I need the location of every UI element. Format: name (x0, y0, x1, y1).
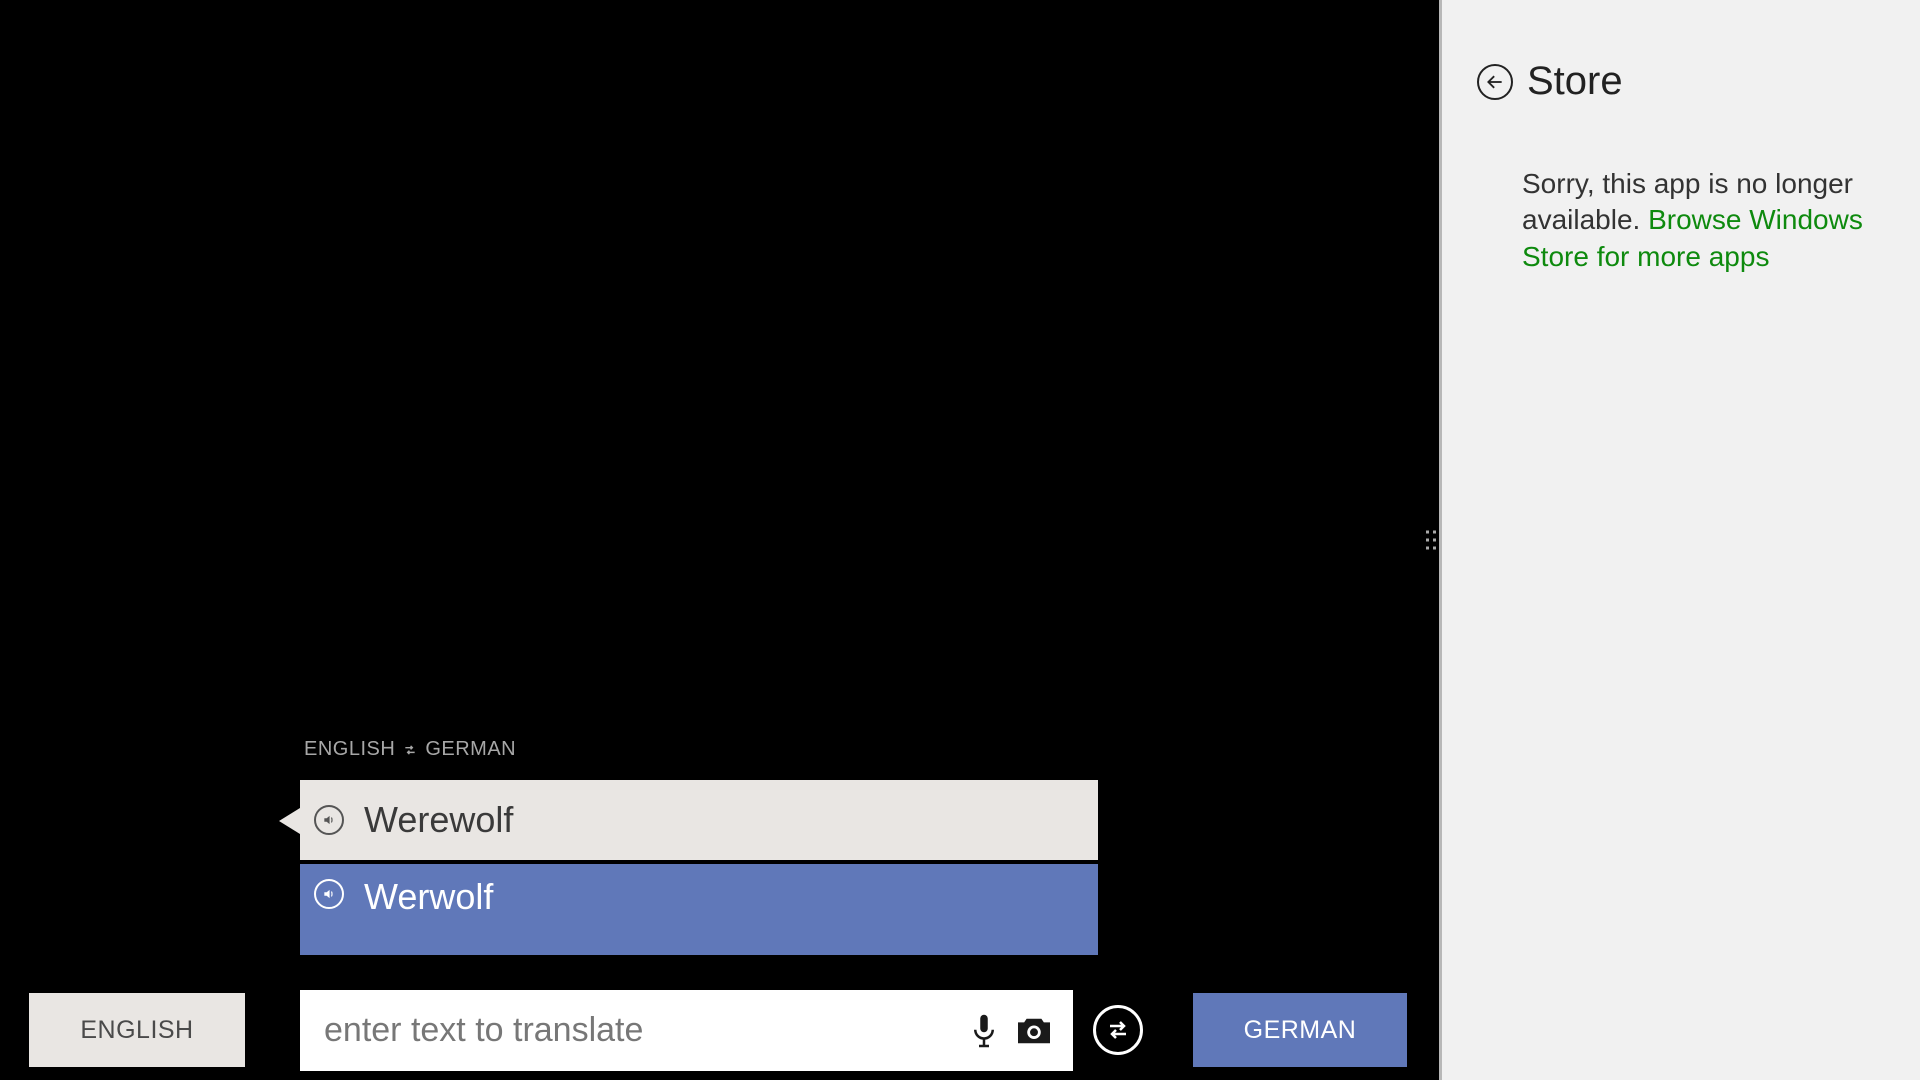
store-header: Store (1477, 59, 1623, 104)
store-title: Store (1527, 59, 1623, 104)
app-root: ENGLISH GERMAN Werewolf Werwolf (0, 0, 1920, 1080)
source-card-pointer (279, 808, 300, 834)
translate-input[interactable]: enter text to translate (300, 990, 1073, 1071)
target-language-button[interactable]: GERMAN (1193, 993, 1407, 1067)
translation-direction-label: ENGLISH GERMAN (304, 738, 516, 761)
speaker-icon[interactable] (314, 805, 344, 835)
translator-pane: ENGLISH GERMAN Werewolf Werwolf (0, 0, 1419, 1080)
source-language-label: ENGLISH (80, 1016, 193, 1045)
direction-from: ENGLISH (304, 738, 395, 761)
drag-handle-icon (1426, 531, 1436, 550)
translate-input-placeholder: enter text to translate (300, 1011, 959, 1050)
store-pane: Store Sorry, this app is no longer avail… (1442, 0, 1920, 1080)
back-button[interactable] (1477, 64, 1513, 100)
speaker-icon[interactable] (314, 879, 344, 909)
camera-icon[interactable] (1009, 1006, 1059, 1056)
input-bar: ENGLISH enter text to translate (0, 936, 1419, 1080)
direction-to: GERMAN (425, 738, 516, 761)
store-message: Sorry, this app is no longer available. … (1522, 166, 1882, 275)
microphone-icon[interactable] (959, 1006, 1009, 1056)
snap-divider[interactable] (1419, 0, 1442, 1080)
swap-languages-button[interactable] (1093, 1005, 1143, 1055)
source-language-button[interactable]: ENGLISH (29, 993, 245, 1067)
target-language-label: GERMAN (1244, 1016, 1357, 1045)
source-text: Werewolf (364, 799, 513, 841)
target-text: Werwolf (364, 876, 493, 918)
source-text-card[interactable]: Werewolf (300, 780, 1098, 860)
swap-arrows-icon (403, 743, 417, 757)
